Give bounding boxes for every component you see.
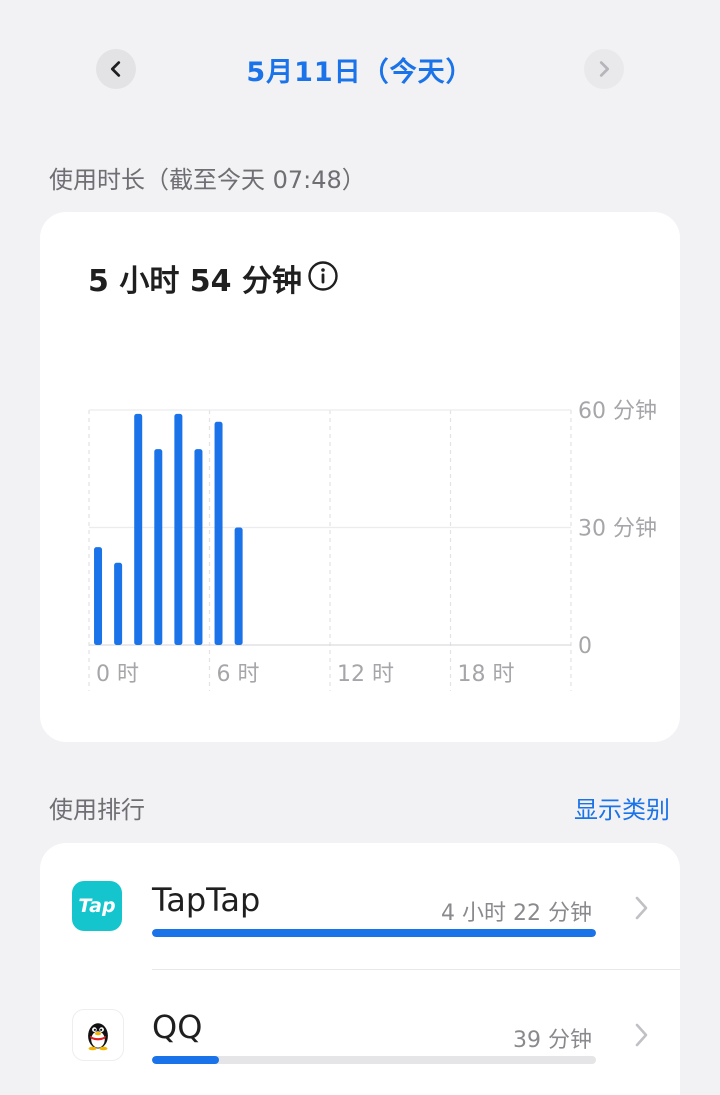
usage-bar — [194, 449, 203, 645]
usage-bar — [214, 421, 223, 645]
app-usage-time: 4 小时 22 分钟 — [441, 901, 592, 926]
app-row-taptap[interactable]: Tap TapTap 4 小时 22 分钟 — [40, 843, 680, 968]
qq-penguin-icon — [72, 1009, 124, 1061]
x-tick-label: 6 时 — [217, 662, 260, 687]
taptap-icon: Tap — [72, 881, 122, 931]
x-tick-label: 18 时 — [458, 662, 515, 687]
x-tick-label: 12 时 — [337, 662, 394, 687]
usage-bar-chart: 0 30 分钟 60 分钟 0 时 6 时 12 时 18 时 — [88, 399, 657, 691]
show-category-link[interactable]: 显示类别 — [574, 790, 670, 825]
y-tick-label: 0 — [578, 634, 592, 659]
app-name: QQ — [152, 1008, 203, 1046]
app-usage-time: 39 分钟 — [513, 1028, 592, 1053]
usage-progress-fill — [152, 1056, 219, 1064]
usage-bar — [114, 562, 123, 645]
app-ranking-list: Tap TapTap 4 小时 22 分钟 QQ 39 分钟 — [40, 843, 680, 1095]
chevron-right-icon — [599, 61, 610, 77]
chevron-right-icon — [635, 1023, 648, 1047]
usage-bar — [174, 413, 183, 645]
app-name: TapTap — [152, 881, 261, 919]
usage-progress-track — [152, 1056, 596, 1064]
usage-bar — [94, 547, 103, 645]
x-tick-label: 0 时 — [96, 662, 139, 687]
screen-time-page: 5月11日（今天） 使用时长（截至今天 07:48） 5 小时 54 分钟 03… — [0, 0, 720, 1095]
ranking-section-label: 使用排行 — [49, 796, 145, 824]
usage-bar — [234, 527, 243, 645]
usage-bar — [134, 413, 143, 645]
chevron-right-icon — [635, 896, 648, 920]
usage-bar — [154, 449, 163, 645]
y-tick-label: 60 分钟 — [578, 399, 657, 424]
next-day-button[interactable] — [584, 49, 624, 89]
usage-progress-track — [152, 929, 596, 937]
app-row-qq[interactable]: QQ 39 分钟 — [40, 970, 680, 1095]
usage-section-label: 使用时长（截至今天 07:48） — [49, 166, 366, 194]
usage-progress-fill — [152, 929, 596, 937]
usage-chart-card: 5 小时 54 分钟 0 30 分钟 60 分钟 0 时6 时 12 时 18 时 — [40, 212, 680, 742]
y-tick-label: 30 分钟 — [578, 517, 657, 542]
